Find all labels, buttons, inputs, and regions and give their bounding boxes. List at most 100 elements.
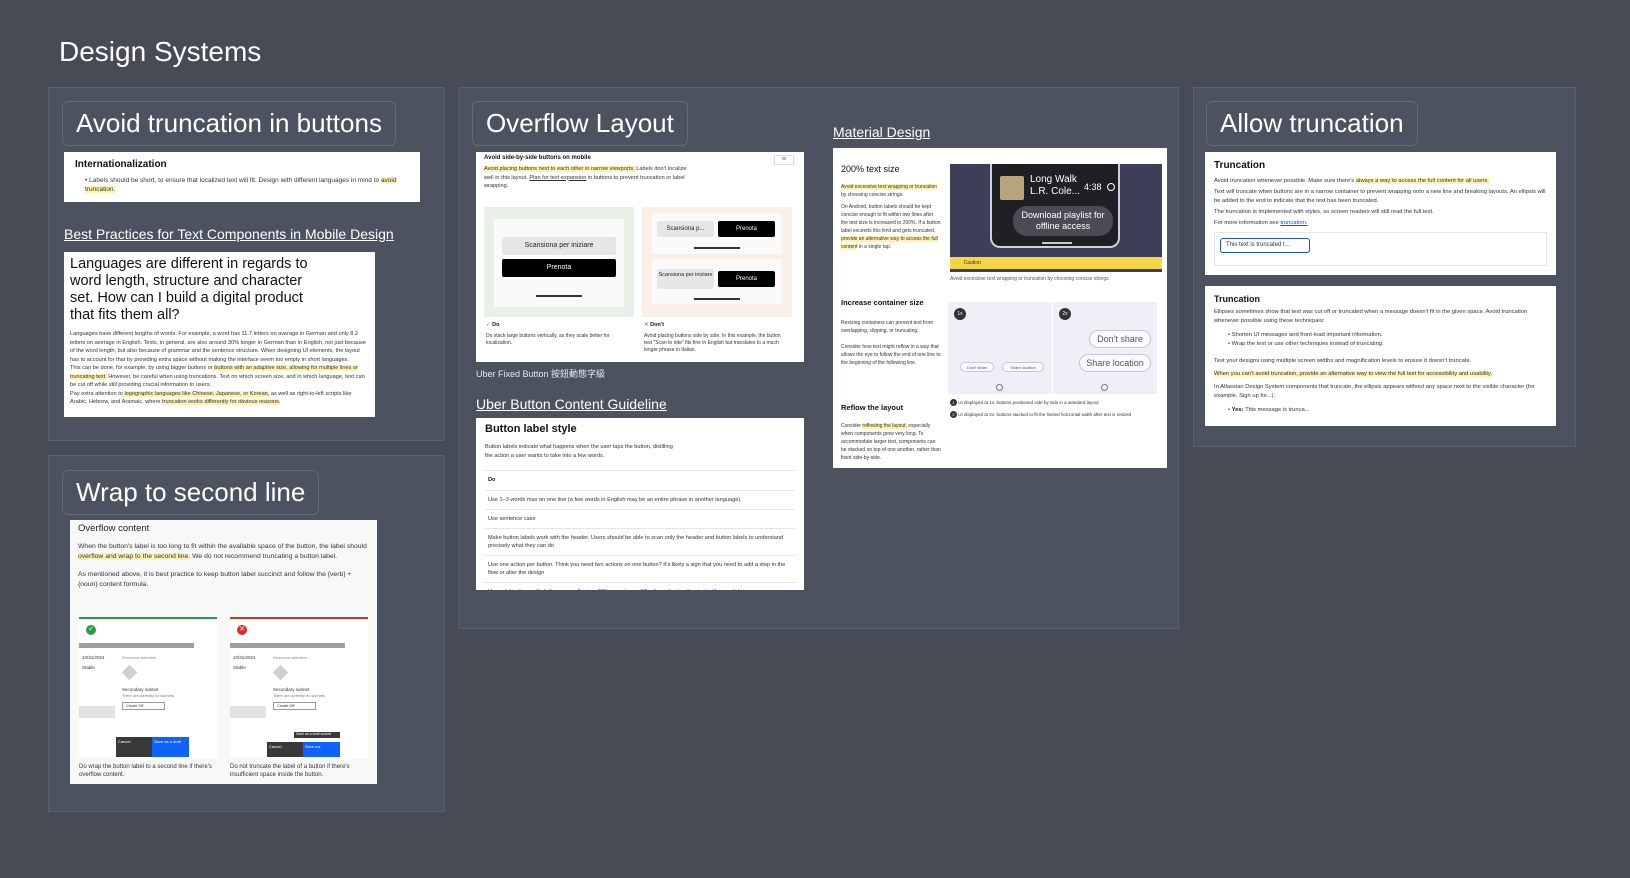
create-dropdown[interactable]: Create Off <box>273 702 316 710</box>
sbs-text: Avoid placing buttons next to each other… <box>484 166 687 189</box>
section-title-wrap: Wrap to second line <box>62 470 320 515</box>
create-dropdown[interactable]: Create Off <box>122 702 165 710</box>
best-practices-link[interactable]: Best Practices for Text Components in Mo… <box>64 226 394 242</box>
material-design-link[interactable]: Material Design <box>833 124 930 140</box>
panel-title: Resource selection <box>122 655 157 660</box>
uber-intro: Button labels indicate what happens when… <box>485 444 673 459</box>
download-playlist-button[interactable]: Download playlist for offline access <box>1013 206 1113 236</box>
truncated-cta-button[interactable]: Save a ▸ <box>303 742 340 757</box>
c2-heading: Truncation <box>1214 294 1261 304</box>
cancel-button[interactable]: Cancel <box>116 737 152 757</box>
m-heading-container: Increase container size <box>841 298 924 307</box>
overflow-p1: When the button's label is too long to f… <box>78 543 367 560</box>
c1-p1: Avoid truncation whenever possible. Make… <box>1214 178 1489 184</box>
share-location-button-small[interactable]: Share location <box>1002 362 1044 372</box>
dont-share-button[interactable]: Don't share <box>1089 330 1151 348</box>
wrap-dont-caption: Do not truncate the label of a button if… <box>230 764 350 778</box>
do-badge: ✓ Do <box>486 322 500 328</box>
c2-bullet: • Shorten UI messages and front-load imp… <box>1228 332 1383 338</box>
intl-heading: Internationalization <box>75 159 167 170</box>
m-note2: 2 UI displayed at 2x: buttons stacked to… <box>950 410 1131 419</box>
play-icon[interactable] <box>1107 183 1115 191</box>
best-paragraphs: Languages have different lengths of word… <box>70 331 366 405</box>
scale-1x-panel: 1x Don't share Share location <box>948 302 1052 394</box>
c2-p2: Test your designs using multiple screen … <box>1214 358 1472 364</box>
c2-p1: Ellipses sometimes show that text was cu… <box>1214 309 1528 324</box>
book-button[interactable]: Prenota <box>718 271 775 287</box>
truncation-card-2: Truncation Ellipses sometimes show that … <box>1205 286 1556 426</box>
uber-guideline-link[interactable]: Uber Button Content Guideline <box>476 396 667 412</box>
tooltip: Save as a draft subnet <box>294 732 340 738</box>
m-note1: 1 UI displayed at 1x: buttons positioned… <box>950 398 1099 407</box>
scale-2x-panel: 2x Don't share Share location <box>1053 302 1157 394</box>
cube-icon <box>121 664 138 681</box>
check-icon: ✓ <box>86 625 96 635</box>
album-art <box>1000 176 1024 200</box>
dont-share-button-small[interactable]: Don't share <box>960 362 994 372</box>
book-button[interactable]: Prenota <box>502 259 616 277</box>
uber-guideline-card: Button label style Button labels indicat… <box>476 418 804 590</box>
stack-do-panel: Scansiona per iniziare Prenota <box>484 207 634 317</box>
cross-icon: ✕ <box>237 625 247 635</box>
best-heading: Languages are different in regards to wo… <box>70 256 308 323</box>
phone-mockup: Long Walk L.R. Cole... 4:38 Download pla… <box>950 164 1162 272</box>
scan-truncated-button[interactable]: Scansiona p... <box>657 221 714 237</box>
uber-row: Use one action per button. Think you nee… <box>485 555 795 582</box>
caution-banner: ⚡ Caution <box>950 257 1162 269</box>
uber-row: Make button labels work with the header.… <box>485 528 795 555</box>
m-text3: Resizing containers can prevent text fro… <box>841 320 933 334</box>
1x-badge: 1x <box>954 308 966 320</box>
overflow-heading: Overflow content <box>78 523 150 534</box>
page-title: Design Systems <box>59 36 262 67</box>
scan-button[interactable]: Scansiona per iniziare <box>502 237 616 255</box>
panel-title: Resource selection <box>273 655 308 660</box>
m-time: 4:38 <box>1084 182 1102 192</box>
sbs-heading: Avoid side-by-side buttons on mobile <box>484 155 591 161</box>
m-heading-200: 200% text size <box>841 164 900 174</box>
m-text1: Avoid excessive text wrapping or truncat… <box>841 184 938 198</box>
status-text: Stable <box>82 665 95 670</box>
c2-highlight: When you can't avoid truncation, provide… <box>1214 371 1493 377</box>
c1-p4: For more information see truncation. <box>1214 220 1308 226</box>
m-track: Long Walk <box>1030 174 1077 185</box>
intl-text: • Labels should be short, to ensure that… <box>85 177 397 193</box>
section-title-overflow: Overflow Layout <box>472 101 688 146</box>
sub-desc: There are currently no subnets. <box>122 694 175 698</box>
wrapped-cta-button[interactable]: Save as a draft <box>152 737 189 757</box>
stack-do-caption: Do stack large buttons vertically, as th… <box>486 333 610 346</box>
uber-do-header: Do <box>488 477 496 483</box>
wrap-dont-example: ✕ 10/31/2024 Stable Resource selection S… <box>230 617 368 759</box>
date-text: 10/31/2024 <box>82 655 105 660</box>
c2-yes: • Yes: This message is trunca... <box>1228 407 1310 413</box>
wrap-do-caption: Do wrap the button label to a second lin… <box>79 764 212 778</box>
m-text2: On Android, button labels should be kept… <box>841 204 941 250</box>
c1-p2: Text will truncate when buttons are in a… <box>1214 189 1546 204</box>
2x-badge: 2x <box>1059 308 1071 320</box>
section-title-avoid: Avoid truncation in buttons <box>62 101 396 146</box>
m-text5: Consider reflowing the layout, especiall… <box>841 423 941 461</box>
dont-badge: ✕ Don't <box>644 322 664 328</box>
cube-icon <box>272 664 289 681</box>
material-design-card: 200% text size Avoid excessive text wrap… <box>833 148 1167 468</box>
c2-bullet: • Wrap the text or use other techniques … <box>1228 341 1384 347</box>
uber-row: Use 1–3 words max on one line (a few wor… <box>485 490 795 509</box>
m-text4: Consider how text might reflow in a way … <box>841 344 941 366</box>
uber-row: Use sentence case <box>485 509 795 528</box>
share-location-button[interactable]: Share location <box>1079 354 1151 372</box>
uber-row: Use articles (a, an, the), the space all… <box>485 582 795 590</box>
c1-p3: The truncation is implemented with style… <box>1214 209 1434 215</box>
uber-heading: Button label style <box>485 423 577 435</box>
truncated-button[interactable]: This text is truncated t... <box>1220 238 1310 253</box>
section-title-allow: Allow truncation <box>1206 101 1418 146</box>
side-by-side-card: Avoid side-by-side buttons on mobile ≡ A… <box>476 152 804 362</box>
sub-desc: There are currently no subnets. <box>273 694 326 698</box>
cancel-button[interactable]: Cancel <box>267 742 303 757</box>
m-heading-reflow: Reflow the layout <box>841 403 904 412</box>
menu-icon[interactable]: ≡ <box>774 155 794 165</box>
status-text: Stable <box>233 665 246 670</box>
book-button[interactable]: Prenota <box>718 221 775 237</box>
best-practices-card: Languages are different in regards to wo… <box>64 252 375 417</box>
uber-fixed-caption: Uber Fixed Button 按鈕動態字級 <box>476 369 606 379</box>
wrap-do-example: ✓ 10/31/2024 Stable Resource selection S… <box>79 617 217 759</box>
scan-wrapped-button[interactable]: Scansiona per iniziare <box>657 269 714 289</box>
